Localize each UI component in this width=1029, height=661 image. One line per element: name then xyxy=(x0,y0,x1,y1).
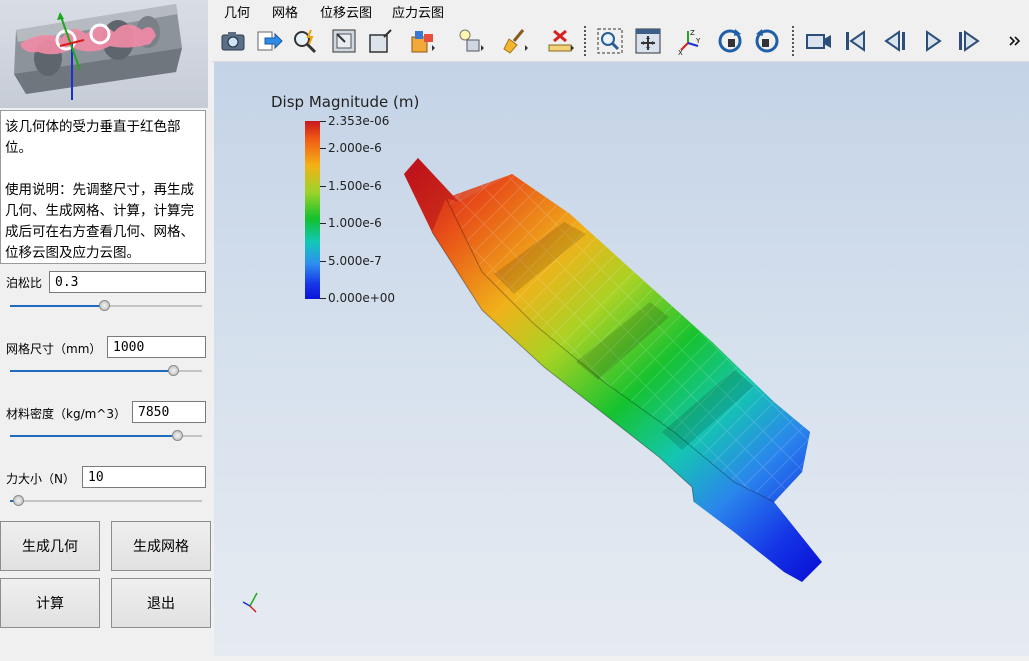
first-frame-icon[interactable] xyxy=(841,26,871,56)
render-viewport[interactable]: Disp Magnitude (m) 2.353e-06 2.000e-6 1.… xyxy=(214,62,1029,656)
poisson-slider[interactable] xyxy=(10,299,202,313)
rotate-cw-icon[interactable] xyxy=(715,26,745,56)
menu-geometry[interactable]: 几何 xyxy=(224,2,250,21)
toolbar: Z X Y xyxy=(212,20,1029,62)
menu-bar: 几何 网格 位移云图 应力云图 xyxy=(212,0,1029,21)
last-frame-icon[interactable] xyxy=(954,26,984,56)
ruler-x-icon[interactable] xyxy=(546,26,576,56)
export-icon[interactable] xyxy=(254,26,284,56)
reset-view-icon[interactable] xyxy=(329,26,359,56)
density-input[interactable] xyxy=(132,401,206,423)
poisson-input[interactable] xyxy=(49,271,206,293)
usage-note: 使用说明：先调整尺寸，再生成几何、生成网格、计算，计算完成后可在右方查看几何、网… xyxy=(5,182,194,261)
instructions-box: 该几何体的受力垂直于红色部位。 使用说明：先调整尺寸，再生成几何、生成网格、计算… xyxy=(0,110,206,264)
mesh-size-input[interactable] xyxy=(107,336,206,358)
record-icon[interactable] xyxy=(804,26,834,56)
slider-handle[interactable] xyxy=(12,495,24,506)
axes-icon[interactable]: Z X Y xyxy=(675,26,705,56)
status-strip xyxy=(212,656,1029,661)
svg-text:Y: Y xyxy=(695,37,701,45)
density-label: 材料密度（kg/m^3） xyxy=(6,407,126,421)
mesh-size-slider[interactable] xyxy=(10,364,202,378)
frame-icon[interactable] xyxy=(365,26,395,56)
exit-button[interactable]: 退出 xyxy=(111,578,211,628)
slider-handle[interactable] xyxy=(99,300,111,311)
orientation-axes-icon xyxy=(242,592,258,613)
prev-frame-icon[interactable] xyxy=(880,26,910,56)
force-slider[interactable] xyxy=(10,494,202,508)
mesh-size-label: 网格尺寸（mm） xyxy=(6,342,102,356)
force-note: 该几何体的受力垂直于红色部位。 xyxy=(5,119,181,156)
control-panel: 该几何体的受力垂直于红色部位。 使用说明：先调整尺寸，再生成几何、生成网格、计算… xyxy=(0,0,212,661)
compute-button[interactable]: 计算 xyxy=(0,578,100,628)
toolbar-separator xyxy=(792,26,794,56)
generate-geometry-button[interactable]: 生成几何 xyxy=(0,521,100,571)
svg-text:Z: Z xyxy=(690,29,695,37)
force-input[interactable] xyxy=(82,466,206,488)
poisson-label: 泊松比 xyxy=(6,276,43,290)
slider-handle[interactable] xyxy=(172,430,184,441)
slider-handle[interactable] xyxy=(168,365,180,376)
play-icon[interactable] xyxy=(918,26,948,56)
menu-stress[interactable]: 应力云图 xyxy=(392,2,444,21)
density-slider[interactable] xyxy=(10,429,202,443)
fit-icon[interactable] xyxy=(633,26,663,56)
rotate-ccw-icon[interactable] xyxy=(752,26,782,56)
zoom-select-icon[interactable] xyxy=(595,26,625,56)
toolbar-separator xyxy=(584,26,586,56)
force-label: 力大小（N） xyxy=(6,472,75,486)
broom-icon[interactable] xyxy=(500,26,530,56)
menu-displacement[interactable]: 位移云图 xyxy=(320,2,372,21)
color-cube-icon[interactable] xyxy=(408,26,438,56)
zoom-magic-icon[interactable] xyxy=(290,26,320,56)
menu-mesh[interactable]: 网格 xyxy=(272,2,298,21)
more-icon[interactable] xyxy=(1007,26,1023,56)
svg-text:X: X xyxy=(678,49,683,55)
generate-mesh-button[interactable]: 生成网格 xyxy=(111,521,211,571)
light-icon[interactable] xyxy=(456,26,486,56)
camera-icon[interactable] xyxy=(218,26,248,56)
geometry-thumbnail xyxy=(0,0,208,108)
displacement-model xyxy=(404,158,822,582)
